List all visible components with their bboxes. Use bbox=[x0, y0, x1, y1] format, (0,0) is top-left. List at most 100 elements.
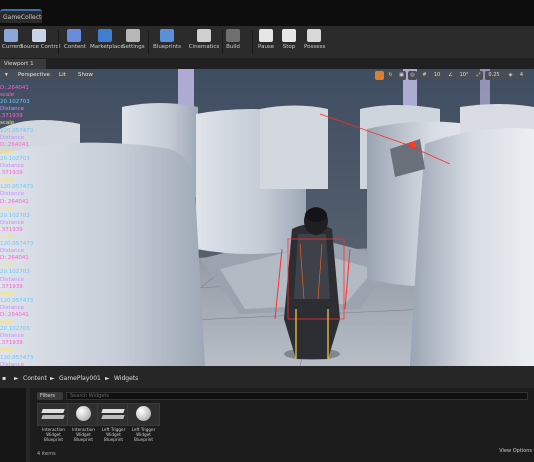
stat-line: Distance bbox=[0, 333, 25, 340]
sources-panel bbox=[0, 388, 26, 462]
toolbar-button-0[interactable]: Current bbox=[2, 28, 23, 56]
stat-line: 120.057473 bbox=[0, 354, 34, 361]
asset-tile[interactable]: Left Trigger Widget Blueprint bbox=[127, 403, 160, 442]
toolbar-button-2[interactable]: Content bbox=[64, 28, 86, 56]
stat-line: Distance bbox=[0, 304, 25, 311]
stat-line: 20.102703 bbox=[0, 155, 30, 162]
stat-line: 120.057473 bbox=[0, 127, 34, 134]
stat-line: Distance bbox=[0, 219, 25, 226]
scale-snap-icon[interactable]: ⤢ bbox=[474, 71, 483, 80]
stat-line: Distance bbox=[0, 106, 25, 113]
stat-line: D:.264041 bbox=[0, 141, 29, 148]
rotation-snap-value[interactable]: 10° bbox=[457, 71, 471, 80]
world-local-icon[interactable]: ◎ bbox=[408, 71, 417, 80]
breadcrumb-gameplay[interactable]: GamePlay001 bbox=[59, 373, 101, 385]
asset-tile[interactable]: Interaction Widget Blueprint bbox=[37, 403, 70, 442]
toolbar-label: Marketplace bbox=[90, 44, 124, 50]
toolbar-label: Possess bbox=[304, 44, 326, 50]
camera-speed-value[interactable]: 4 bbox=[517, 71, 526, 80]
stat-line: 20.102703 bbox=[0, 212, 30, 219]
items-count: 4 items bbox=[37, 451, 56, 457]
toolbar-icon bbox=[67, 29, 81, 42]
stat-line: D:.264041 bbox=[0, 85, 29, 91]
scene-render bbox=[0, 69, 534, 366]
perspective-button[interactable]: Perspective bbox=[15, 71, 53, 80]
stat-line: scale bbox=[0, 347, 15, 354]
toolbar-button-4[interactable]: Settings bbox=[122, 28, 145, 56]
stat-line: scale bbox=[0, 177, 15, 184]
toolbar-icon bbox=[160, 29, 174, 42]
toolbar-icon bbox=[226, 29, 240, 42]
breadcrumb-widgets[interactable]: Widgets bbox=[114, 373, 138, 385]
stat-line: scale bbox=[0, 148, 15, 155]
toolbar-button-9[interactable]: Stop bbox=[282, 28, 296, 56]
grid-snap-icon[interactable]: # bbox=[420, 71, 429, 80]
toolbar-icon bbox=[32, 29, 46, 42]
scale-snap-value[interactable]: 0.25 bbox=[485, 71, 503, 80]
debug-stats-overlay: D:.264041 scale 20.102703 Distance .371939 sc… bbox=[0, 85, 60, 366]
toolbar-button-8[interactable]: Pause bbox=[258, 28, 274, 56]
move-mode-icon[interactable] bbox=[375, 71, 384, 80]
toolbar-button-6[interactable]: Cinematics bbox=[186, 28, 222, 56]
rotation-snap-icon[interactable]: ∠ bbox=[446, 71, 455, 80]
stat-line: Distance bbox=[0, 163, 25, 170]
toolbar-icon bbox=[126, 29, 140, 42]
stat-line: 120.057473 bbox=[0, 184, 34, 191]
stat-line: 120.057473 bbox=[0, 241, 34, 248]
asset-tile[interactable]: Left Trigger Widget Blueprint bbox=[97, 403, 130, 442]
asset-tile[interactable]: Interaction Widget Blueprint bbox=[67, 403, 100, 442]
stat-line: Distance bbox=[0, 248, 25, 255]
toolbar-label: Blueprints bbox=[153, 44, 181, 50]
rotate-mode-icon[interactable]: ↻ bbox=[386, 71, 395, 80]
asset-label: Left Trigger Widget Blueprint bbox=[131, 427, 156, 442]
breadcrumb-content[interactable]: Content bbox=[23, 373, 47, 385]
level-tab[interactable]: GameCollector bbox=[0, 9, 42, 23]
toolbar-icon bbox=[98, 29, 112, 42]
main-toolbar: Current Source Control Content Marketplace S… bbox=[0, 26, 534, 59]
filters-button[interactable]: Filters bbox=[37, 392, 63, 400]
widget-thumbnail-icon bbox=[37, 403, 70, 426]
toolbar-button-5[interactable]: Blueprints bbox=[152, 28, 182, 56]
asset-label: Interaction Widget Blueprint bbox=[72, 427, 95, 442]
stat-line: 20.102703 bbox=[0, 269, 30, 276]
content-browser: ▪ ► Content ► GamePlay001 ► Widgets Filt… bbox=[0, 366, 534, 462]
stat-line: .371939 bbox=[0, 113, 23, 120]
toolbar-icon bbox=[307, 29, 321, 42]
asset-search-input[interactable]: Search Widgets bbox=[66, 392, 528, 400]
stat-line: scale bbox=[0, 205, 15, 212]
stat-line: scale bbox=[0, 120, 15, 127]
grid-size[interactable]: 10 bbox=[431, 71, 443, 80]
toolbar-separator bbox=[252, 30, 253, 54]
toolbar-separator bbox=[222, 30, 223, 54]
toolbar-button-10[interactable]: Possess bbox=[304, 28, 326, 56]
toolbar-label: Settings bbox=[122, 44, 145, 50]
widget-thumbnail-icon bbox=[97, 403, 130, 426]
camera-speed-icon[interactable]: ◈ bbox=[506, 71, 515, 80]
stat-line: D:.264041 bbox=[0, 312, 29, 318]
toolbar-label: Build bbox=[226, 44, 240, 50]
asset-label: Interaction Widget Blueprint bbox=[42, 427, 65, 442]
toolbar-icon bbox=[197, 29, 211, 42]
scale-mode-icon[interactable]: ▣ bbox=[397, 71, 406, 80]
lit-button[interactable]: Lit bbox=[56, 71, 72, 80]
stat-line: Distance bbox=[0, 276, 25, 283]
sphere-thumbnail-icon bbox=[127, 403, 160, 426]
title-bar: GameCollector bbox=[0, 0, 534, 26]
level-viewport[interactable]: ▾ Perspective Lit Show ↻ ▣ ◎ # 10 ∠ 10° … bbox=[0, 69, 534, 366]
stat-line: D:.264041 bbox=[0, 255, 29, 262]
toolbar-label: Pause bbox=[258, 44, 275, 50]
toolbar-button-3[interactable]: Marketplace bbox=[90, 28, 124, 56]
stat-line: .371939 bbox=[0, 170, 23, 177]
view-options-button[interactable]: View Options bbox=[499, 448, 532, 454]
breadcrumb: ▪ ► Content ► GamePlay001 ► Widgets bbox=[0, 373, 534, 385]
viewport-tab[interactable]: Viewport 1 bbox=[0, 59, 46, 69]
toolbar-button-1[interactable]: Source Control bbox=[20, 28, 61, 56]
stat-line: scale bbox=[0, 319, 15, 326]
toolbar-label: Stop bbox=[282, 44, 296, 50]
viewport-options-button[interactable]: ▾ bbox=[2, 71, 12, 80]
menu-icon[interactable]: ▪ bbox=[2, 373, 6, 385]
show-button[interactable]: Show bbox=[75, 71, 95, 80]
toolbar-button-7[interactable]: Build bbox=[226, 28, 240, 56]
stat-line: scale bbox=[0, 262, 15, 269]
toolbar-separator bbox=[58, 30, 59, 54]
